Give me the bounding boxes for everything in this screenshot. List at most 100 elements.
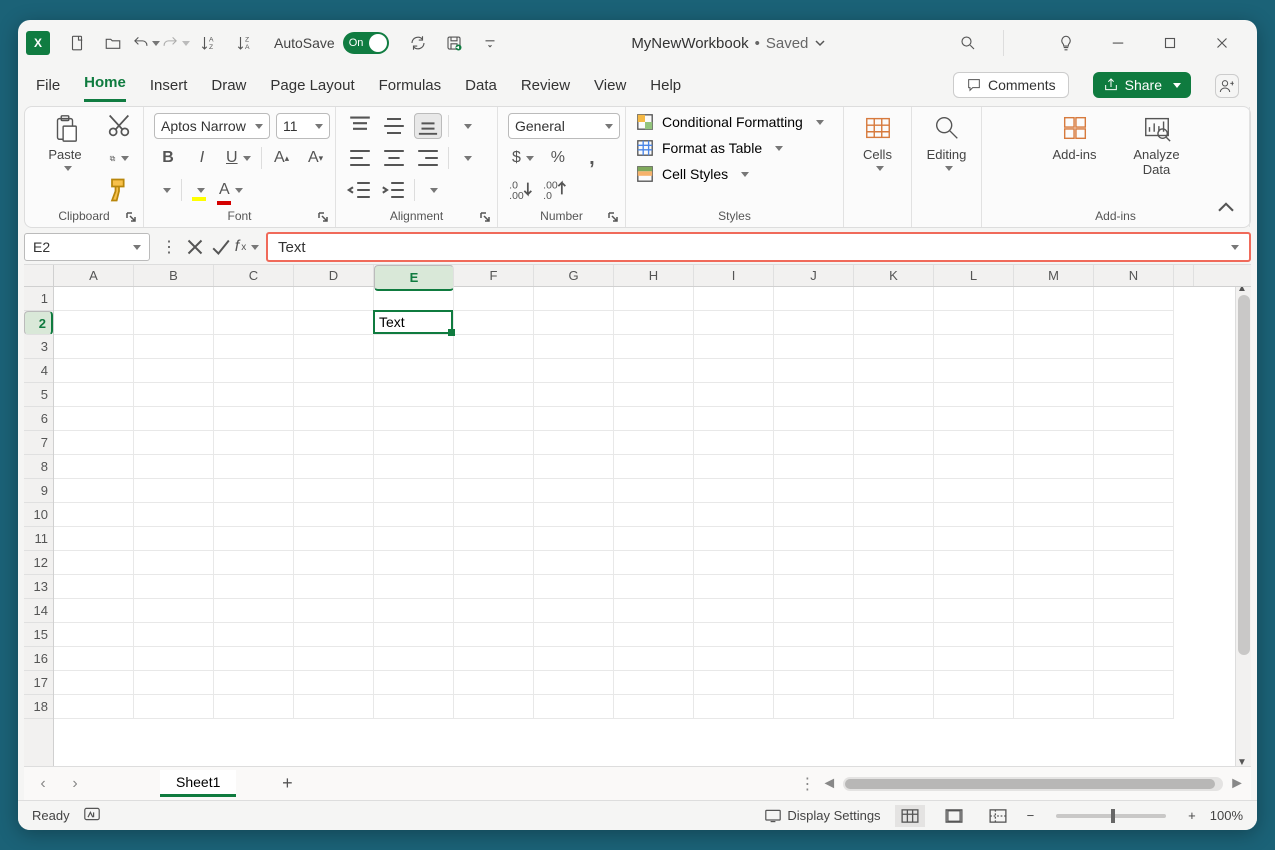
cell-N9[interactable] <box>1094 479 1174 503</box>
cell-J2[interactable] <box>774 311 854 335</box>
cell-E4[interactable] <box>374 359 454 383</box>
orientation-icon[interactable] <box>421 177 442 203</box>
cell-J6[interactable] <box>774 407 854 431</box>
cell-N15[interactable] <box>1094 623 1174 647</box>
cell-D13[interactable] <box>294 575 374 599</box>
cell-M5[interactable] <box>1014 383 1094 407</box>
cell-I4[interactable] <box>694 359 774 383</box>
tab-page-layout[interactable]: Page Layout <box>270 77 354 102</box>
sheet-tab-active[interactable]: Sheet1 <box>160 770 236 797</box>
cell-I14[interactable] <box>694 599 774 623</box>
cell-G14[interactable] <box>534 599 614 623</box>
cell-C13[interactable] <box>214 575 294 599</box>
row-header-11[interactable]: 11 <box>24 527 53 551</box>
row-header-12[interactable]: 12 <box>24 551 53 575</box>
cell-F15[interactable] <box>454 623 534 647</box>
normal-view-icon[interactable] <box>895 805 925 827</box>
fill-color-icon[interactable] <box>188 177 209 203</box>
cell-C14[interactable] <box>214 599 294 623</box>
cell-F2[interactable] <box>454 311 534 335</box>
cell-H1[interactable] <box>614 287 694 311</box>
cell-B13[interactable] <box>134 575 214 599</box>
cell-B2[interactable] <box>134 311 214 335</box>
cell-G6[interactable] <box>534 407 614 431</box>
cell-L12[interactable] <box>934 551 1014 575</box>
cell-H10[interactable] <box>614 503 694 527</box>
cell-A11[interactable] <box>54 527 134 551</box>
column-header-M[interactable]: M <box>1014 265 1094 286</box>
cell-H2[interactable] <box>614 311 694 335</box>
cell-I2[interactable] <box>694 311 774 335</box>
wrap-text-icon[interactable] <box>455 113 476 139</box>
cell-I6[interactable] <box>694 407 774 431</box>
cell-B10[interactable] <box>134 503 214 527</box>
cell-E15[interactable] <box>374 623 454 647</box>
cell-I18[interactable] <box>694 695 774 719</box>
cell-J7[interactable] <box>774 431 854 455</box>
cell-D8[interactable] <box>294 455 374 479</box>
cell-J11[interactable] <box>774 527 854 551</box>
cell-G2[interactable] <box>534 311 614 335</box>
comments-button[interactable]: Comments <box>953 72 1069 98</box>
copy-icon[interactable] <box>105 145 133 171</box>
row-header-1[interactable]: 1 <box>24 287 53 311</box>
cell-G11[interactable] <box>534 527 614 551</box>
cell-J4[interactable] <box>774 359 854 383</box>
cell-C15[interactable] <box>214 623 294 647</box>
cell-M16[interactable] <box>1014 647 1094 671</box>
accounting-format-icon[interactable]: $ <box>508 145 538 171</box>
cell-D14[interactable] <box>294 599 374 623</box>
sheet-nav-next[interactable]: › <box>62 775 88 793</box>
undo-button[interactable] <box>132 30 160 56</box>
cell-C1[interactable] <box>214 287 294 311</box>
cell-N5[interactable] <box>1094 383 1174 407</box>
cell-C18[interactable] <box>214 695 294 719</box>
add-sheet-button[interactable]: + <box>272 773 302 794</box>
cell-K10[interactable] <box>854 503 934 527</box>
cell-F5[interactable] <box>454 383 534 407</box>
addins-button[interactable]: Add-ins <box>1045 113 1105 162</box>
cell-N6[interactable] <box>1094 407 1174 431</box>
document-title[interactable]: MyNewWorkbook • Saved <box>631 35 826 52</box>
row-header-8[interactable]: 8 <box>24 455 53 479</box>
cell-C7[interactable] <box>214 431 294 455</box>
row-header-16[interactable]: 16 <box>24 647 53 671</box>
cell-H5[interactable] <box>614 383 694 407</box>
cell-A12[interactable] <box>54 551 134 575</box>
cell-N13[interactable] <box>1094 575 1174 599</box>
cell-B4[interactable] <box>134 359 214 383</box>
cell-G4[interactable] <box>534 359 614 383</box>
cell-L18[interactable] <box>934 695 1014 719</box>
align-right-icon[interactable] <box>414 145 442 171</box>
cell-M1[interactable] <box>1014 287 1094 311</box>
zoom-out-button[interactable]: − <box>1027 808 1035 823</box>
cell-D5[interactable] <box>294 383 374 407</box>
cell-M17[interactable] <box>1014 671 1094 695</box>
cell-L13[interactable] <box>934 575 1014 599</box>
more-options-icon[interactable]: ⋮ <box>156 234 182 260</box>
cell-C17[interactable] <box>214 671 294 695</box>
cell-G16[interactable] <box>534 647 614 671</box>
zoom-slider[interactable] <box>1056 814 1166 818</box>
cell-L7[interactable] <box>934 431 1014 455</box>
tab-review[interactable]: Review <box>521 77 570 102</box>
cell-B1[interactable] <box>134 287 214 311</box>
cell-J5[interactable] <box>774 383 854 407</box>
cell-C2[interactable] <box>214 311 294 335</box>
cell-A9[interactable] <box>54 479 134 503</box>
cell-F7[interactable] <box>454 431 534 455</box>
number-format-select[interactable]: General <box>508 113 620 139</box>
cell-D18[interactable] <box>294 695 374 719</box>
cell-B6[interactable] <box>134 407 214 431</box>
name-box[interactable]: E2 <box>24 233 150 261</box>
cell-D2[interactable] <box>294 311 374 335</box>
cell-K15[interactable] <box>854 623 934 647</box>
cell-M9[interactable] <box>1014 479 1094 503</box>
cell-M13[interactable] <box>1014 575 1094 599</box>
cell-I10[interactable] <box>694 503 774 527</box>
cell-G17[interactable] <box>534 671 614 695</box>
cell-N16[interactable] <box>1094 647 1174 671</box>
align-top-icon[interactable] <box>346 113 374 139</box>
tab-insert[interactable]: Insert <box>150 77 188 102</box>
cell-K7[interactable] <box>854 431 934 455</box>
